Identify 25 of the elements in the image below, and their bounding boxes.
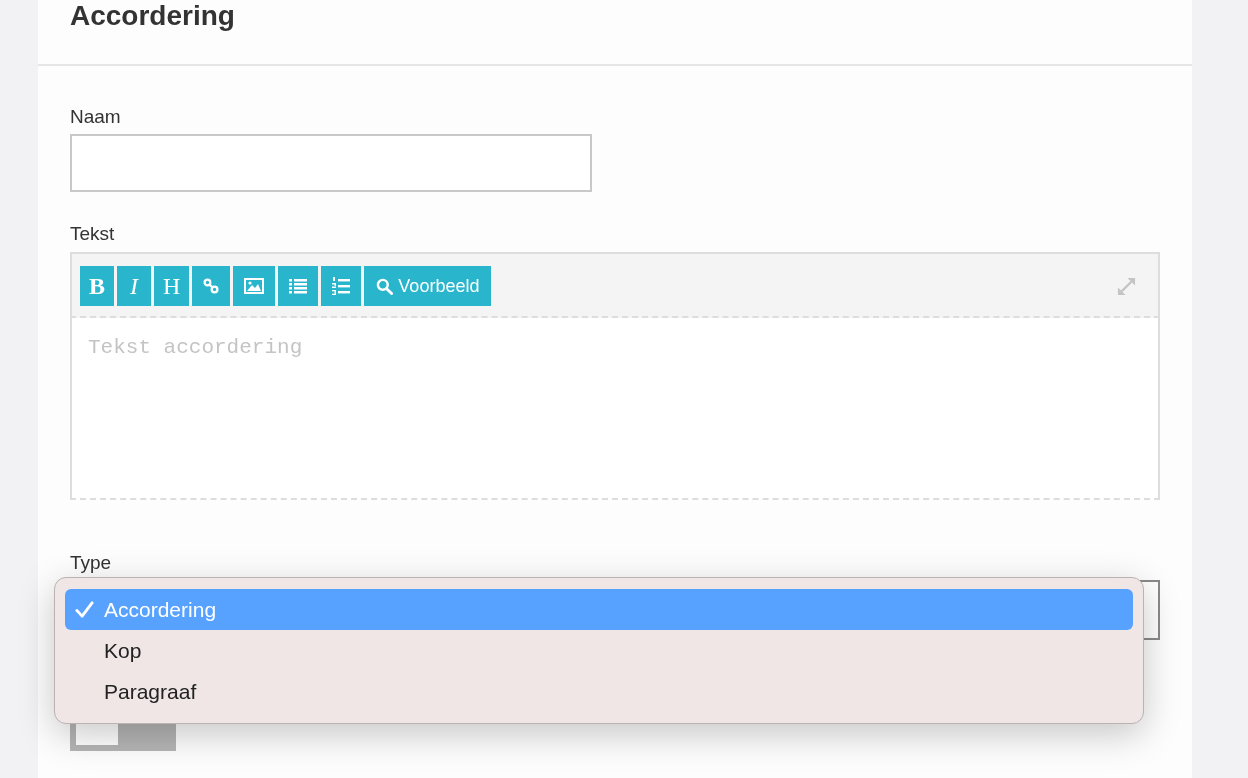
link-icon	[203, 278, 220, 294]
numbered-list-button[interactable]	[321, 266, 362, 306]
field-label: Type	[70, 551, 112, 575]
preview-button[interactable]: Voorbeeld	[364, 266, 492, 306]
dropdown-option[interactable]: Accordering	[65, 589, 1133, 630]
check-icon	[75, 600, 94, 619]
field-label: Naam	[70, 105, 121, 129]
page-title: Accordering	[70, 0, 235, 32]
expand-icon[interactable]	[1117, 276, 1136, 296]
image-button[interactable]	[233, 266, 276, 306]
heading-button[interactable]: H	[154, 266, 190, 306]
toggle-switch[interactable]	[70, 724, 176, 751]
bold-button[interactable]: B	[80, 266, 114, 306]
bulleted-list-icon	[289, 278, 308, 294]
dropdown-option[interactable]: Paragraaf	[65, 671, 1133, 712]
name-input[interactable]	[70, 134, 592, 192]
link-button[interactable]	[192, 266, 231, 306]
search-icon	[376, 277, 394, 295]
dropdown-option[interactable]: Kop	[65, 630, 1133, 671]
numbered-list-icon	[332, 277, 351, 295]
bulleted-list-button[interactable]	[278, 266, 319, 306]
editor-text-area[interactable]: Tekst accordering	[70, 318, 1160, 500]
italic-button[interactable]: I	[117, 266, 151, 306]
image-icon	[244, 278, 265, 294]
field-label: Tekst	[70, 222, 115, 246]
